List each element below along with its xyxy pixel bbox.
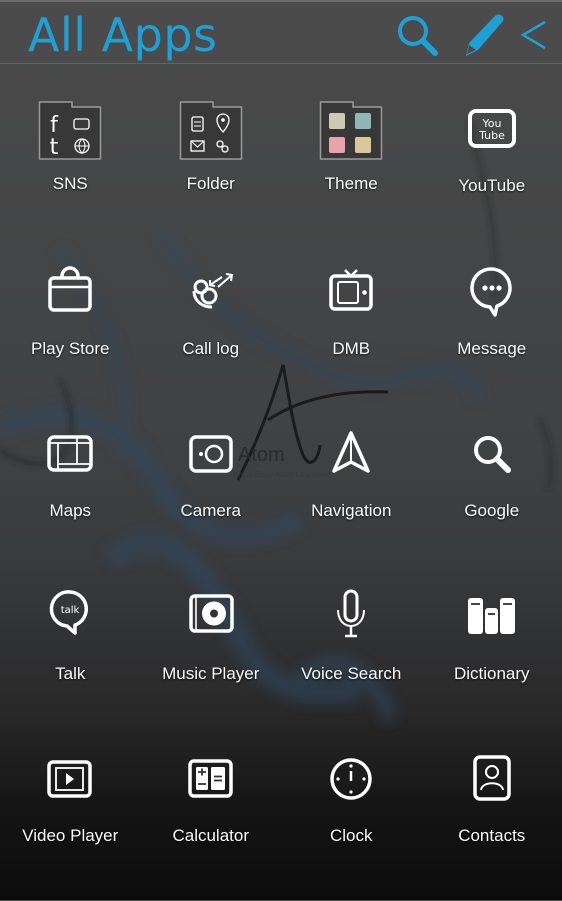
app-clock[interactable]: Clock bbox=[281, 738, 422, 901]
app-grid: f t SNS Folder bbox=[0, 88, 562, 901]
app-drawer-header: All Apps bbox=[0, 0, 562, 64]
app-label: Camera bbox=[181, 501, 241, 521]
app-label: Maps bbox=[49, 501, 91, 521]
app-call-log[interactable]: Call log bbox=[141, 251, 282, 414]
app-contacts[interactable]: Contacts bbox=[422, 738, 562, 901]
folder-icon bbox=[179, 95, 243, 165]
app-label: Contacts bbox=[458, 826, 525, 846]
music-disc-icon bbox=[176, 582, 246, 652]
app-youtube[interactable]: You Tube YouTube bbox=[422, 88, 562, 251]
app-google[interactable]: Google bbox=[422, 413, 562, 576]
chevron-left-icon bbox=[515, 12, 555, 58]
app-label: Calculator bbox=[172, 826, 249, 846]
theme-thumbnail bbox=[355, 113, 371, 129]
app-label: Music Player bbox=[162, 664, 259, 684]
app-label: Clock bbox=[330, 826, 373, 846]
app-label: YouTube bbox=[458, 176, 525, 196]
app-label: Google bbox=[464, 501, 519, 521]
theme-thumbnail bbox=[355, 137, 371, 153]
svg-text:talk: talk bbox=[61, 605, 80, 616]
calculator-icon bbox=[176, 744, 246, 814]
search-button[interactable] bbox=[393, 12, 441, 58]
navigation-arrow-icon bbox=[316, 419, 386, 489]
camera-icon bbox=[176, 419, 246, 489]
app-camera[interactable]: Camera bbox=[141, 413, 282, 576]
theme-thumbnail bbox=[329, 137, 345, 153]
message-bubble-icon bbox=[457, 257, 527, 327]
app-sns[interactable]: f t SNS bbox=[0, 88, 141, 251]
app-label: Talk bbox=[55, 664, 85, 684]
svg-text:Tube: Tube bbox=[478, 129, 505, 142]
app-message[interactable]: Message bbox=[422, 251, 562, 414]
theme-thumbnail bbox=[329, 113, 345, 129]
app-label: SNS bbox=[53, 174, 88, 194]
app-video-player[interactable]: Video Player bbox=[0, 738, 141, 901]
app-label: Play Store bbox=[31, 339, 109, 359]
clock-icon bbox=[316, 744, 386, 814]
video-play-icon bbox=[35, 744, 105, 814]
app-voice-search[interactable]: Voice Search bbox=[281, 576, 422, 739]
app-talk[interactable]: talk Talk bbox=[0, 576, 141, 739]
app-label: DMB bbox=[332, 339, 370, 359]
search-icon bbox=[393, 12, 441, 58]
edit-button[interactable] bbox=[460, 12, 508, 58]
talk-bubble-icon: talk bbox=[35, 582, 105, 652]
app-folder[interactable]: Folder bbox=[141, 88, 282, 251]
map-grid-icon bbox=[35, 419, 105, 489]
app-label: Video Player bbox=[22, 826, 118, 846]
app-label: Call log bbox=[182, 339, 239, 359]
app-theme[interactable]: Theme bbox=[281, 88, 422, 251]
tv-icon bbox=[316, 257, 386, 327]
app-navigation[interactable]: Navigation bbox=[281, 413, 422, 576]
app-label: Dictionary bbox=[454, 664, 530, 684]
pencil-icon bbox=[460, 12, 508, 58]
call-log-icon bbox=[176, 257, 246, 327]
app-label: Folder bbox=[187, 174, 235, 194]
app-dmb[interactable]: DMB bbox=[281, 251, 422, 414]
app-label: Theme bbox=[325, 174, 378, 194]
app-play-store[interactable]: Play Store bbox=[0, 251, 141, 414]
app-dictionary[interactable]: Dictionary bbox=[422, 576, 562, 739]
app-music-player[interactable]: Music Player bbox=[141, 576, 282, 739]
shopping-bag-icon bbox=[35, 257, 105, 327]
books-icon bbox=[457, 582, 527, 652]
tumblr-icon: t bbox=[50, 135, 59, 160]
youtube-icon: You Tube bbox=[457, 94, 527, 164]
app-calculator[interactable]: Calculator bbox=[141, 738, 282, 901]
app-label: Navigation bbox=[311, 501, 391, 521]
sns-folder-icon: f t bbox=[38, 95, 102, 165]
page-title: All Apps bbox=[28, 8, 217, 62]
theme-folder-icon bbox=[319, 95, 383, 165]
contact-card-icon bbox=[457, 744, 527, 814]
app-maps[interactable]: Maps bbox=[0, 413, 141, 576]
app-label: Voice Search bbox=[301, 664, 401, 684]
back-button[interactable] bbox=[515, 12, 555, 58]
search-icon bbox=[457, 419, 527, 489]
app-label: Message bbox=[457, 339, 526, 359]
microphone-icon bbox=[316, 582, 386, 652]
